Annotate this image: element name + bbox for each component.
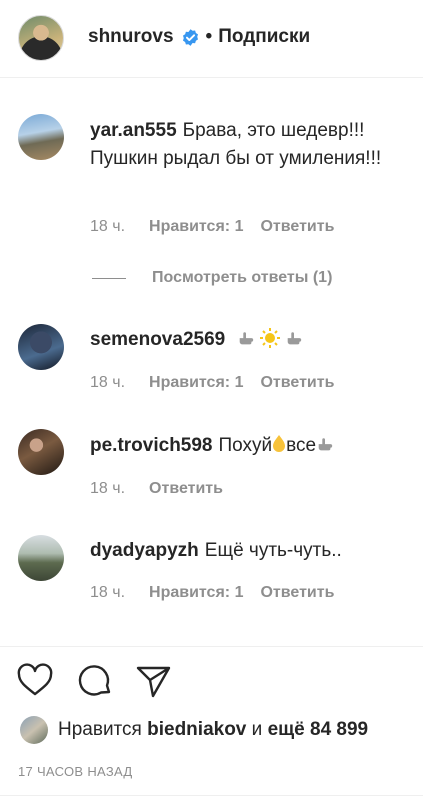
author-line: shnurovs • Подписки	[88, 26, 310, 48]
comment-meta: 18 ч. Нравится: 1 Ответить	[90, 218, 351, 236]
view-replies-label: Посмотреть ответы (1)	[152, 269, 333, 286]
likes-count[interactable]: Нравится: 1	[149, 218, 243, 236]
heart-icon[interactable]	[16, 662, 54, 700]
liker-username[interactable]: biedniakov	[147, 719, 246, 741]
comment-text: pe.trovich598 Похуй все	[90, 432, 400, 460]
commenter-avatar[interactable]	[18, 429, 64, 475]
likes-summary: Нравится biedniakov и ещё 84 899	[20, 716, 368, 744]
commenter-avatar[interactable]	[18, 114, 64, 160]
pointing-hand-icon	[239, 332, 253, 345]
comment-username[interactable]: semenova2569	[90, 329, 225, 350]
actions-divider	[0, 646, 423, 647]
comment-text: yar.an555 Брава, это шедевр!!! Пушкин рыд…	[90, 117, 400, 173]
comment-meta: 18 ч. Ответить	[90, 480, 240, 498]
commenter-avatar[interactable]	[18, 535, 64, 581]
comment-body: Ещё чуть-чуть..	[204, 540, 342, 561]
comment-body-start: Похуй	[218, 435, 273, 456]
likes-count[interactable]: Нравится: 1	[149, 374, 243, 392]
comment-username[interactable]: pe.trovich598	[90, 435, 213, 456]
author-avatar[interactable]	[18, 15, 64, 61]
pointing-hand-icon	[287, 332, 302, 345]
likes-count[interactable]: Нравится: 1	[149, 584, 243, 602]
reply-button[interactable]: Ответить	[149, 480, 223, 498]
comment-time[interactable]: 18 ч.	[90, 374, 125, 392]
post-header: shnurovs • Подписки	[0, 0, 423, 78]
author-username[interactable]: shnurovs	[88, 26, 174, 48]
likes-prefix: Нравится	[58, 719, 142, 740]
comment-meta: 18 ч. Нравится: 1 Ответить	[90, 584, 351, 602]
likes-joiner: и	[251, 719, 263, 740]
comment-meta: 18 ч. Нравится: 1 Ответить	[90, 374, 351, 392]
verified-badge-icon	[182, 28, 198, 46]
sun-icon	[259, 328, 280, 348]
share-icon[interactable]	[134, 662, 172, 700]
reply-button[interactable]: Ответить	[260, 374, 334, 392]
comment-body-end: все	[286, 435, 317, 456]
likes-count-link[interactable]: ещё 84 899	[268, 719, 369, 741]
reply-button[interactable]: Ответить	[260, 218, 334, 236]
comment-icon[interactable]	[76, 662, 114, 700]
bottom-divider	[0, 795, 423, 796]
ok-hand-icon	[273, 435, 286, 452]
comment-username[interactable]: dyadyapyzh	[90, 540, 199, 561]
replies-divider	[92, 277, 126, 279]
comment-text: dyadyapyzh Ещё чуть-чуть..	[90, 537, 400, 565]
pointing-hand-icon	[318, 438, 333, 451]
post-timestamp[interactable]: 17 ЧАСОВ НАЗАД	[18, 764, 133, 779]
comment-text: semenova2569	[90, 326, 400, 354]
separator-dot: •	[205, 26, 213, 47]
comment-username[interactable]: yar.an555	[90, 120, 177, 141]
comment-time[interactable]: 18 ч.	[90, 584, 125, 602]
view-replies-button[interactable]: Посмотреть ответы (1)	[92, 269, 332, 287]
following-button[interactable]: Подписки	[218, 26, 310, 48]
comment-time[interactable]: 18 ч.	[90, 480, 125, 498]
liker-avatar[interactable]	[20, 716, 48, 744]
reply-button[interactable]: Ответить	[260, 584, 334, 602]
comment-time[interactable]: 18 ч.	[90, 218, 125, 236]
commenter-avatar[interactable]	[18, 324, 64, 370]
